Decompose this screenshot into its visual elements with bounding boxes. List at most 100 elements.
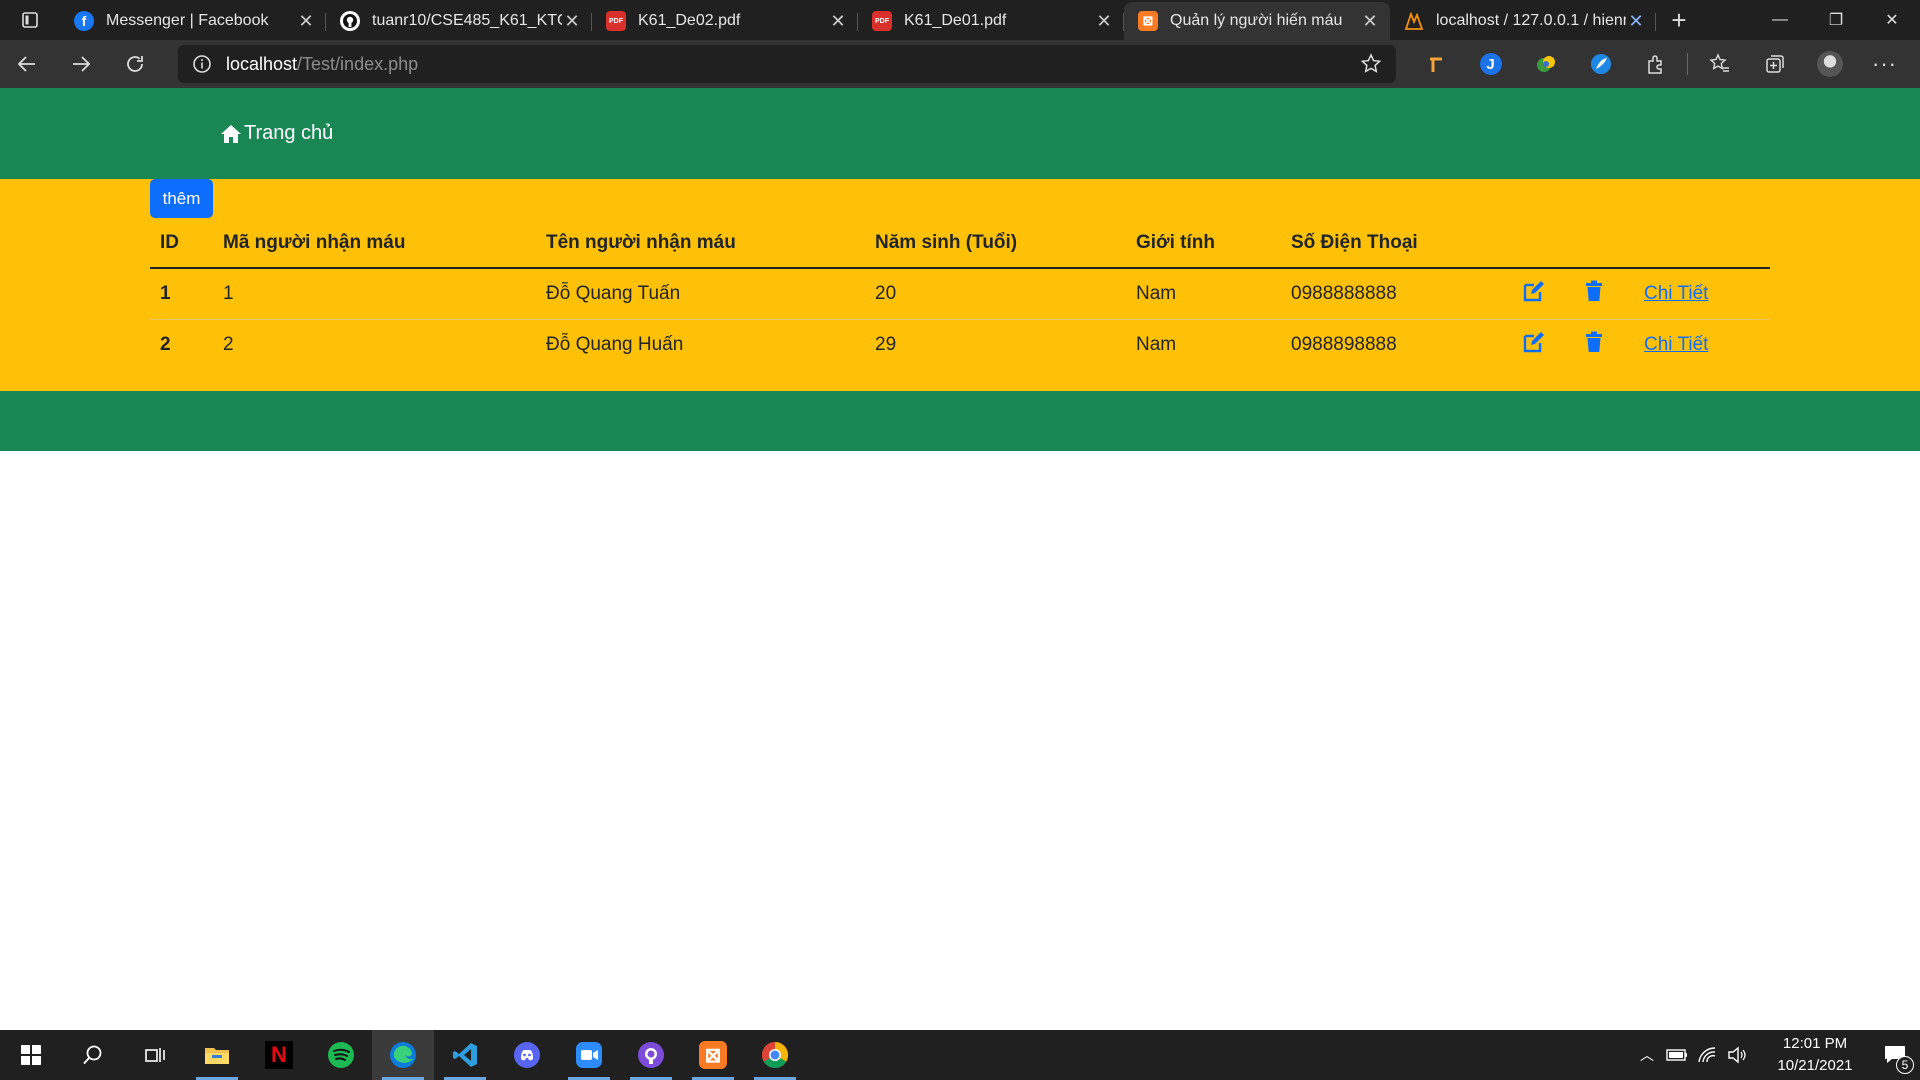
browser-tab-messenger[interactable]: f Messenger | Facebook ✕ xyxy=(60,4,326,38)
battery-button[interactable] xyxy=(1662,1030,1692,1080)
info-icon[interactable] xyxy=(192,54,212,74)
detail-link[interactable]: Chi Tiết xyxy=(1644,283,1708,304)
cell-id: 2 xyxy=(150,318,213,370)
pdf-icon: PDF xyxy=(872,11,892,31)
volume-button[interactable] xyxy=(1722,1030,1752,1080)
netflix-icon: N xyxy=(265,1041,293,1069)
windows-icon xyxy=(21,1045,41,1065)
window-controls: — ❐ ✕ xyxy=(1752,0,1920,40)
folder-icon xyxy=(205,1048,229,1064)
cell-phone: 0988898888 xyxy=(1281,318,1512,370)
close-window-button[interactable]: ✕ xyxy=(1864,0,1920,40)
favorites-icon xyxy=(1708,53,1729,72)
more-icon: ··· xyxy=(1872,51,1897,76)
extension-button[interactable] xyxy=(1518,40,1573,88)
restore-button[interactable]: ❐ xyxy=(1808,0,1864,40)
close-tab-icon[interactable]: ✕ xyxy=(1626,11,1646,31)
cell-code: 2 xyxy=(213,318,536,370)
column-header-edit xyxy=(1512,218,1575,269)
cell-detail: Chi Tiết xyxy=(1634,318,1770,370)
collections-icon xyxy=(1765,55,1784,73)
collections-button[interactable] xyxy=(1747,40,1802,88)
column-header-age: Năm sinh (Tuổi) xyxy=(875,231,1018,253)
chrome-icon xyxy=(761,1041,789,1069)
start-button[interactable] xyxy=(0,1030,62,1080)
wifi-icon xyxy=(1698,1047,1716,1063)
translate-extension-icon xyxy=(1536,56,1555,72)
column-header-code: Mã người nhận máu xyxy=(223,231,406,253)
taskbar-spotify[interactable] xyxy=(310,1030,372,1080)
wifi-button[interactable] xyxy=(1692,1030,1722,1080)
favorites-button[interactable] xyxy=(1692,40,1747,88)
column-header-delete xyxy=(1575,218,1634,269)
tab-actions-button[interactable] xyxy=(0,0,60,40)
avatar xyxy=(1816,51,1843,77)
home-icon xyxy=(221,124,241,143)
back-button[interactable] xyxy=(0,40,54,88)
phpmyadmin-icon xyxy=(1404,11,1424,31)
cell-code: 1 xyxy=(213,267,536,319)
clock-time: 12:01 PM xyxy=(1782,1035,1848,1052)
edit-icon[interactable] xyxy=(1522,280,1546,302)
cell-delete xyxy=(1575,267,1634,319)
taskbar-edge[interactable] xyxy=(372,1030,434,1080)
cell-detail: Chi Tiết xyxy=(1634,267,1770,319)
plus-icon: + xyxy=(1671,4,1687,35)
detail-link[interactable]: Chi Tiết xyxy=(1644,334,1708,355)
notification-center-button[interactable]: 5 xyxy=(1870,1030,1920,1080)
taskbar-github-desktop[interactable] xyxy=(620,1030,682,1080)
settings-menu-button[interactable]: ··· xyxy=(1857,40,1912,88)
task-view-button[interactable] xyxy=(124,1030,186,1080)
browser-tab-github[interactable]: tuanr10/CSE485_K61_KTGK_ ✕ xyxy=(326,4,592,38)
taskbar-xampp[interactable]: ⊠ xyxy=(682,1030,744,1080)
refresh-icon xyxy=(127,56,143,72)
browser-tab-phpmyadmin[interactable]: localhost / 127.0.0.1 / hienm ✕ xyxy=(1390,4,1656,38)
taskbar-vscode[interactable] xyxy=(434,1030,496,1080)
close-tab-icon[interactable]: ✕ xyxy=(828,11,848,31)
close-tab-icon[interactable]: ✕ xyxy=(296,11,316,31)
search-button[interactable] xyxy=(62,1030,124,1080)
minimize-button[interactable]: — xyxy=(1752,0,1808,40)
table-row: 2 2 Đỗ Quang Huấn 29 Nam 0988898888 Chi … xyxy=(150,318,1770,370)
add-favorite-icon[interactable] xyxy=(1360,53,1382,75)
trash-icon[interactable] xyxy=(1585,331,1603,353)
browser-toolbar: localhost/Test/index.php J ··· xyxy=(0,40,1920,88)
close-tab-icon[interactable]: ✕ xyxy=(562,11,582,31)
url-path: /Test/index.php xyxy=(297,53,419,74)
show-hidden-icons-button[interactable]: ︿ xyxy=(1632,1030,1662,1080)
battery-icon xyxy=(1666,1049,1687,1061)
close-tab-icon[interactable]: ✕ xyxy=(1094,11,1114,31)
home-link[interactable]: Trang chủ xyxy=(220,122,333,145)
extension-button[interactable]: J xyxy=(1463,40,1518,88)
cell-gender: Nam xyxy=(1126,318,1281,370)
extensions-menu-button[interactable] xyxy=(1628,40,1683,88)
arrow-left-icon xyxy=(17,56,35,72)
clock[interactable]: 12:01 PM 10/21/2021 xyxy=(1760,1033,1870,1077)
edit-icon[interactable] xyxy=(1522,331,1546,353)
taskbar-file-explorer[interactable] xyxy=(186,1030,248,1080)
search-icon xyxy=(83,1045,102,1065)
profile-button[interactable] xyxy=(1802,40,1857,88)
close-tab-icon[interactable]: ✕ xyxy=(1360,11,1380,31)
taskbar-discord[interactable] xyxy=(496,1030,558,1080)
browser-tab-pdf-de01[interactable]: PDF K61_De01.pdf ✕ xyxy=(858,4,1124,38)
forward-button[interactable] xyxy=(54,40,108,88)
browser-tab-blood-donor[interactable]: ⊠ Quản lý người hiến máu ✕ xyxy=(1124,2,1390,40)
taskbar-netflix[interactable]: N xyxy=(248,1030,310,1080)
new-tab-button[interactable]: + xyxy=(1656,0,1702,40)
taskbar-chrome[interactable] xyxy=(744,1030,806,1080)
extension-button[interactable] xyxy=(1573,40,1628,88)
taskbar-zoom[interactable] xyxy=(558,1030,620,1080)
taskbar: N ⊠ ︿ 12:01 PM 10/21/2021 5 xyxy=(0,1030,1920,1080)
refresh-button[interactable] xyxy=(108,40,162,88)
trash-icon[interactable] xyxy=(1585,280,1603,302)
tab-title: Quản lý người hiến máu xyxy=(1170,12,1343,29)
extension-button[interactable] xyxy=(1408,40,1463,88)
address-bar[interactable]: localhost/Test/index.php xyxy=(178,45,1396,83)
arrow-right-icon xyxy=(73,56,91,72)
table-header-row: ID Mã người nhận máu Tên người nhận máu … xyxy=(150,218,1770,269)
xampp-icon: ⊠ xyxy=(699,1041,727,1069)
browser-tab-pdf-de02[interactable]: PDF K61_De02.pdf ✕ xyxy=(592,4,858,38)
browser-tab-strip: f Messenger | Facebook ✕ tuanr10/CSE485_… xyxy=(0,0,1920,40)
add-button[interactable]: thêm xyxy=(150,179,213,218)
